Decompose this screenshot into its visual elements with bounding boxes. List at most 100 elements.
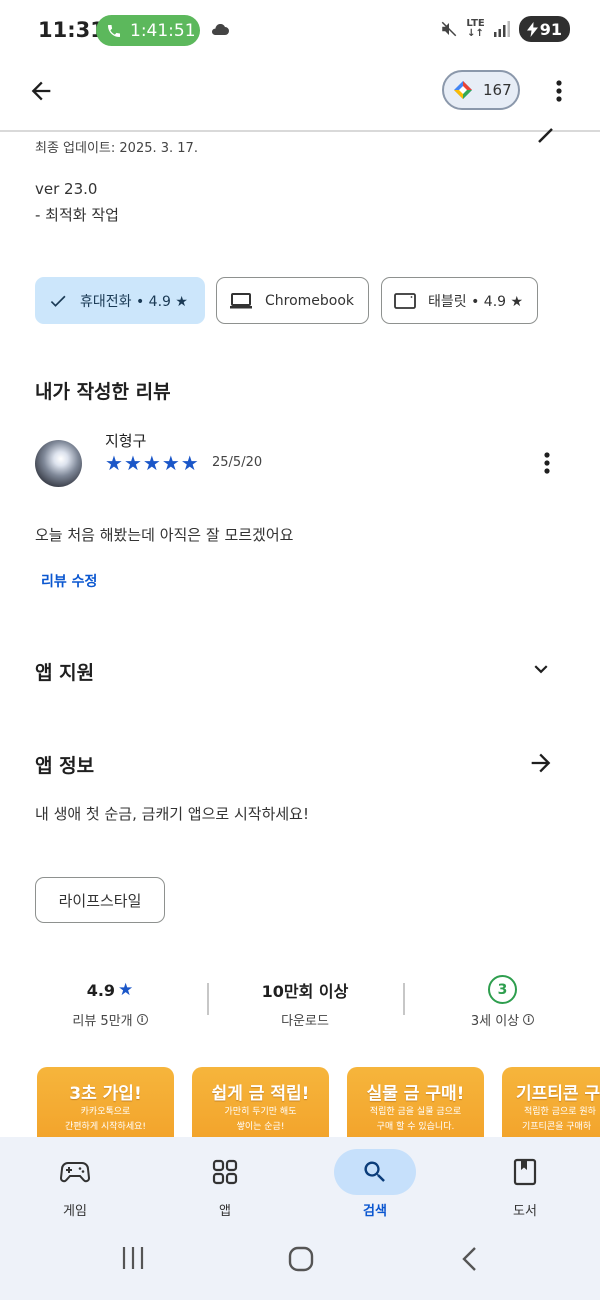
screenshot-card[interactable]: 3초 가입! 카카오톡으로 간편하게 시작하세요! (37, 1067, 174, 1147)
review-more-button[interactable] (536, 448, 558, 478)
arrow-back-icon (31, 81, 51, 101)
rating-value: 4.9 (86, 980, 116, 1000)
star-icon: ★ (180, 451, 199, 475)
screenshot-subtitle: 기프티콘을 구매하 (522, 1122, 592, 1132)
review-rating-stars: ★ ★ ★ ★ ★ (105, 453, 199, 473)
rating-stat[interactable]: 4.9 ★ 리뷰 5만개 i (50, 978, 170, 1029)
arrow-forward-icon[interactable] (536, 126, 556, 144)
screenshot-title: 쉽게 금 적립! (211, 1084, 310, 1104)
downloads-label: 다운로드 (281, 1014, 329, 1029)
age-rating-label: 3세 이상 (470, 1014, 520, 1029)
tablet-icon (394, 292, 416, 309)
screenshot-title: 3초 가입! (69, 1084, 142, 1104)
downloads-value: 10만회 이상 (261, 982, 349, 1001)
review-text: 오늘 처음 해봤는데 아직은 잘 모르겠어요 (35, 526, 294, 544)
call-timer: 1:41:51 (130, 20, 196, 41)
check-icon (50, 295, 66, 307)
points-value: 167 (483, 81, 512, 99)
device-chip-label: 휴대전화 • 4.9 ★ (80, 293, 188, 310)
star-icon: ★ (123, 451, 142, 475)
status-time: 11:31 (38, 18, 105, 42)
screenshot-card[interactable]: 실물 금 구매! 적립한 금을 실물 금으로 구매 할 수 있습니다. (347, 1067, 484, 1147)
back-button[interactable] (24, 74, 58, 108)
status-bar: 11:31 1:41:51 LTE ↓↑ 91 (0, 0, 600, 62)
screenshot-subtitle: 쌓이는 순금! (236, 1122, 285, 1132)
info-icon: i (136, 1014, 148, 1025)
stat-divider (403, 983, 405, 1015)
battery-indicator: 91 (518, 16, 570, 42)
app-bar-divider (0, 130, 600, 132)
search-icon (364, 1161, 385, 1182)
nav-item-books[interactable]: 도서 (480, 1149, 570, 1219)
star-icon: ★ (118, 980, 134, 1000)
arrow-forward-icon[interactable] (527, 749, 555, 777)
app-description: 내 생애 첫 순금, 금캐기 앱으로 시작하세요! (35, 805, 309, 823)
more-vert-icon (544, 452, 550, 474)
nav-item-search[interactable]: 검색 (330, 1149, 420, 1219)
star-icon: ★ (510, 293, 524, 310)
system-back-icon[interactable] (458, 1245, 482, 1273)
play-points-icon (454, 81, 472, 99)
info-icon: i (523, 1014, 535, 1025)
gamepad-icon (60, 1162, 90, 1183)
battery-level: 91 (539, 19, 562, 39)
my-review-title: 내가 작성한 리뷰 (35, 381, 171, 403)
version-text: ver 23.0 (35, 180, 98, 198)
lte-indicator: LTE ↓↑ (466, 18, 485, 39)
reviewer-name: 지형구 (105, 432, 147, 450)
last-updated-text: 최종 업데이트: 2025. 3. 17. (35, 141, 198, 156)
nav-label: 앱 (219, 1204, 231, 1219)
star-icon: ★ (142, 451, 161, 475)
downloads-stat: 10만회 이상 다운로드 (245, 978, 365, 1029)
screenshot-subtitle: 적립한 금을 실물 금으로 (369, 1107, 462, 1117)
recent-apps-icon[interactable] (120, 1245, 146, 1271)
screenshot-subtitle: 간편하게 시작하세요! (65, 1122, 146, 1132)
screenshot-card[interactable]: 쉽게 금 적립! 가만히 두기만 해도 쌓이는 순금! (192, 1067, 329, 1147)
star-icon: ★ (175, 293, 188, 310)
home-icon[interactable] (287, 1245, 315, 1273)
chevron-down-icon[interactable] (528, 656, 554, 682)
screenshot-card[interactable]: 기프티콘 구 적립한 금으로 원하 기프티콘을 구매하 (502, 1067, 600, 1147)
play-points-button[interactable]: 167 (442, 70, 520, 110)
nav-label: 도서 (513, 1204, 537, 1219)
avatar (35, 440, 82, 487)
more-vert-icon (556, 80, 562, 102)
charging-icon (526, 21, 538, 37)
cloud-sync-icon (212, 24, 229, 35)
screenshot-title: 실물 금 구매! (366, 1084, 465, 1104)
review-count: 리뷰 5만개 (72, 1014, 133, 1029)
app-bar: 167 (0, 62, 600, 120)
screenshot-subtitle: 적립한 금으로 원하 (524, 1107, 596, 1117)
ongoing-call-pill[interactable]: 1:41:51 (96, 15, 200, 46)
screenshot-subtitle: 구매 할 수 있습니다. (376, 1122, 455, 1132)
screenshot-title: 기프티콘 구 (516, 1084, 600, 1104)
mute-icon (442, 21, 457, 37)
nav-item-games[interactable]: 게임 (30, 1149, 120, 1219)
book-icon (513, 1158, 537, 1186)
version-note-text: - 최적화 작업 (35, 206, 119, 224)
star-icon: ★ (161, 451, 180, 475)
screenshot-subtitle: 카카오톡으로 (80, 1107, 131, 1117)
age-rating-stat[interactable]: 3 3세 이상 i (440, 975, 565, 1029)
age-rating-badge: 3 (488, 975, 517, 1004)
nav-label: 검색 (363, 1204, 387, 1219)
status-indicators: LTE ↓↑ 91 (440, 16, 570, 42)
device-chip-tablet[interactable]: 태블릿 • 4.9 ★ (381, 277, 538, 324)
nav-label: 게임 (63, 1204, 87, 1219)
phone-icon (108, 24, 120, 37)
apps-grid-icon (212, 1159, 238, 1185)
star-icon: ★ (105, 451, 123, 475)
nav-item-apps[interactable]: 앱 (180, 1149, 270, 1219)
bottom-navigation: 게임 앱 검색 도서 (0, 1137, 600, 1300)
category-tag-button[interactable]: 라이프스타일 (35, 877, 165, 923)
app-support-title[interactable]: 앱 지원 (35, 658, 94, 685)
screenshot-subtitle: 가만히 두기만 해도 (224, 1107, 297, 1117)
app-info-title[interactable]: 앱 정보 (35, 751, 94, 778)
more-options-button[interactable] (546, 74, 572, 108)
device-chip-chromebook[interactable]: Chromebook (216, 277, 369, 324)
device-chip-label: 태블릿 • 4.9 ★ (428, 293, 524, 310)
stat-divider (207, 983, 209, 1015)
device-chip-phone[interactable]: 휴대전화 • 4.9 ★ (35, 277, 205, 324)
edit-review-link[interactable]: 리뷰 수정 (41, 571, 97, 591)
laptop-icon (230, 292, 252, 308)
